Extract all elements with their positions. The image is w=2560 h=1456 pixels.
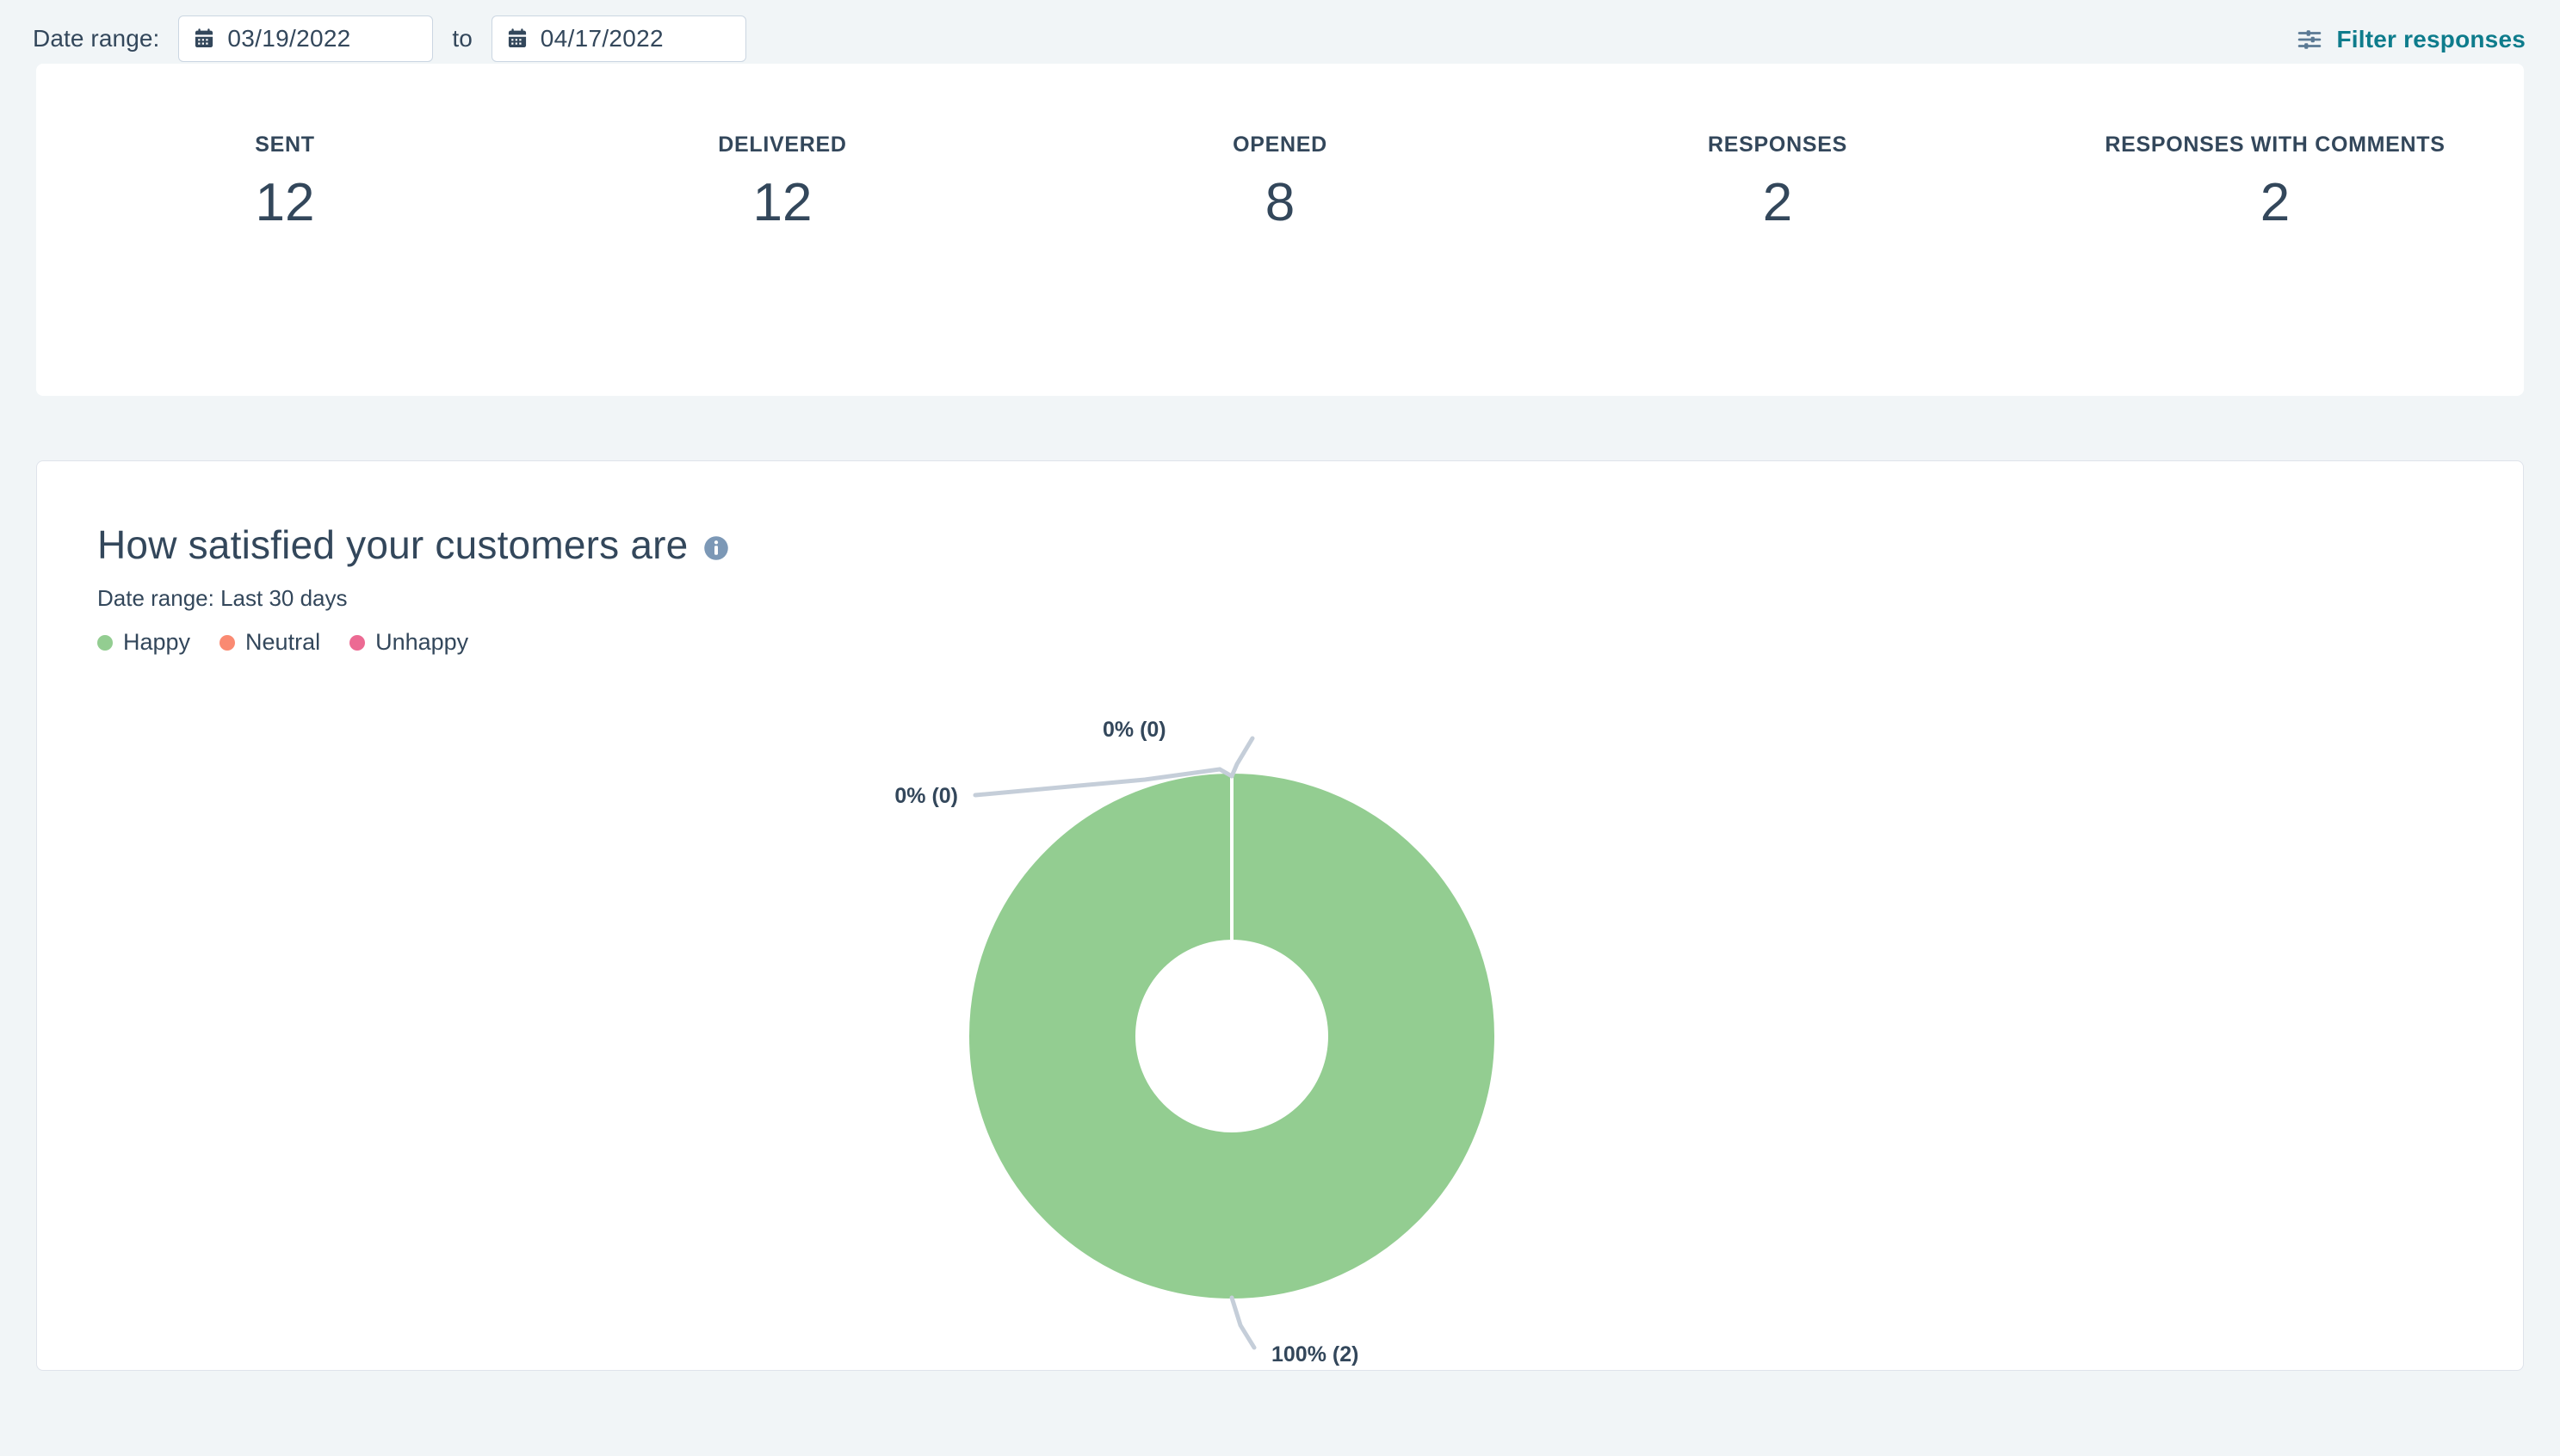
stat-value: 8 bbox=[1265, 173, 1295, 232]
date-range-control: Date range: 03/19/2022 to 04/17/2022 bbox=[33, 15, 746, 62]
stat-label: RESPONSES WITH COMMENTS bbox=[2105, 133, 2446, 157]
stat-delivered: DELIVERED 12 bbox=[534, 64, 1031, 230]
stat-label: OPENED bbox=[1233, 133, 1327, 157]
stats-summary-card: SENT 12 DELIVERED 12 OPENED 8 RESPONSES … bbox=[36, 64, 2524, 396]
date-range-label: Date range: bbox=[33, 25, 160, 52]
filter-responses-label: Filter responses bbox=[2336, 26, 2526, 52]
toolbar: Date range: 03/19/2022 to 04/17/2022 Fil… bbox=[0, 0, 2560, 65]
stat-label: DELIVERED bbox=[718, 133, 847, 157]
sliders-icon bbox=[2298, 30, 2322, 49]
leader-line-neutral bbox=[1229, 736, 1255, 779]
survey-results-page: Date range: 03/19/2022 to 04/17/2022 Fil… bbox=[0, 0, 2560, 1456]
leader-line-happy bbox=[1229, 1295, 1257, 1350]
stat-responses-with-comments: RESPONSES WITH COMMENTS 2 bbox=[2026, 64, 2524, 230]
stat-value: 2 bbox=[1762, 173, 1793, 232]
date-range-separator: to bbox=[452, 25, 473, 52]
stat-sent: SENT 12 bbox=[36, 64, 534, 230]
data-label-neutral: 0% (0) bbox=[1103, 718, 1166, 742]
end-date-value: 04/17/2022 bbox=[540, 25, 664, 52]
satisfaction-chart-card: How satisfied your customers are Date ra… bbox=[36, 460, 2524, 1371]
start-date-input[interactable]: 03/19/2022 bbox=[178, 15, 434, 62]
calendar-icon bbox=[195, 28, 213, 47]
stat-opened: OPENED 8 bbox=[1031, 64, 1529, 230]
stat-value: 2 bbox=[2260, 173, 2291, 232]
data-label-happy: 100% (2) bbox=[1271, 1342, 1358, 1367]
donut-chart: 0% (0) 0% (0) 100% (2) bbox=[37, 461, 2523, 1370]
start-date-value: 03/19/2022 bbox=[227, 25, 351, 52]
data-label-unhappy: 0% (0) bbox=[894, 784, 958, 808]
stat-label: RESPONSES bbox=[1708, 133, 1847, 157]
filter-responses-button[interactable]: Filter responses bbox=[2297, 26, 2526, 53]
stat-value: 12 bbox=[752, 173, 813, 232]
stat-label: SENT bbox=[255, 133, 315, 157]
stat-responses: RESPONSES 2 bbox=[1529, 64, 2026, 230]
calendar-icon bbox=[508, 28, 526, 47]
stat-value: 12 bbox=[255, 173, 315, 232]
donut-chart-svg: 0% (0) 0% (0) 100% (2) bbox=[894, 718, 1494, 1367]
end-date-input[interactable]: 04/17/2022 bbox=[491, 15, 746, 62]
